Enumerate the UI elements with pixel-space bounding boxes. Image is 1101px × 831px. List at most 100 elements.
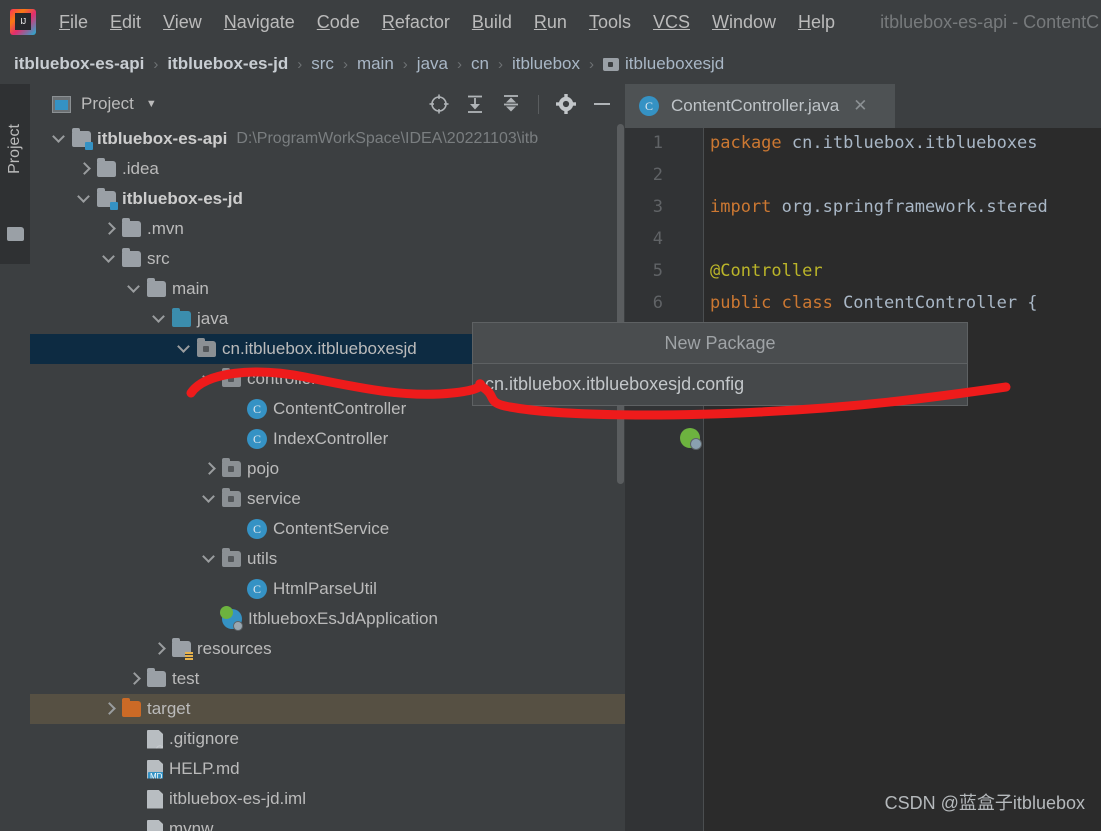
menu-label-rest: indow [729, 11, 777, 32]
chevron-down-icon[interactable] [77, 191, 93, 207]
breadcrumb-item-itbluebox-es-jd[interactable]: itbluebox-es-jd [167, 54, 288, 74]
menu-item-vcs[interactable]: VCS [642, 10, 701, 35]
chevron-down-icon[interactable] [202, 491, 218, 507]
code-line[interactable]: import org.springframework.stered [710, 197, 1048, 217]
tree-row-indexcontroller[interactable]: IndexController [30, 424, 625, 454]
tree-row-main[interactable]: main [30, 274, 625, 304]
menu-item-code[interactable]: Code [306, 10, 371, 35]
tree-row-label: pojo [247, 459, 280, 478]
breadcrumb-item-itbluebox-es-api[interactable]: itbluebox-es-api [14, 54, 144, 74]
breadcrumb-label: itbluebox [511, 54, 581, 73]
csdn-watermark: CSDN @蓝盒子itbluebox [884, 793, 1085, 813]
chevron-down-icon[interactable] [177, 341, 193, 357]
breadcrumb-item-src[interactable]: src [311, 54, 334, 74]
scroll-from-source-icon[interactable] [428, 93, 450, 115]
chevron-down-icon[interactable] [52, 131, 68, 147]
menu-item-run[interactable]: Run [523, 10, 578, 35]
tree-row-service[interactable]: service [30, 484, 625, 514]
menu-items: File Edit View Navigate Code Refactor Build Run… [48, 10, 846, 35]
code-line[interactable]: @Controller [710, 261, 823, 281]
tree-row-test[interactable]: test [30, 664, 625, 694]
tree-row-idea[interactable]: .idea [30, 154, 625, 184]
chevron-right-icon[interactable] [102, 701, 118, 717]
sidebar-tab-project[interactable]: Project [0, 84, 30, 264]
tree-row-label: ContentController [273, 399, 407, 418]
module-folder-icon [97, 188, 118, 210]
menu-item-navigate[interactable]: Navigate [213, 10, 306, 35]
menu-label-rest: un [546, 11, 567, 32]
chevron-down-icon[interactable] [152, 311, 168, 327]
tree-row-path: D:\ProgramWorkSpace\IDEA\20221103\itb [236, 130, 539, 147]
menu-item-tools[interactable]: Tools [578, 10, 642, 35]
tree-row-gitignore[interactable]: ⊘ .gitignore [30, 724, 625, 754]
code-line[interactable]: public class ContentController { [710, 293, 1038, 313]
tree-row-itbluebox-es-jd[interactable]: itbluebox-es-jd [30, 184, 625, 214]
chevron-down-icon[interactable] [102, 251, 118, 267]
tree-row-itbluebox-es-api[interactable]: itbluebox-es-api D:\ProgramWorkSpace\IDEA… [30, 124, 625, 154]
tree-row-itbluebox-es-jd-iml[interactable]: itbluebox-es-jd.iml [30, 784, 625, 814]
close-icon[interactable]: ✕ [853, 96, 867, 116]
menu-label-rest: ile [70, 11, 89, 32]
menu-item-window[interactable]: Window [701, 10, 787, 35]
breadcrumb-item-itblueboxesjd[interactable]: itblueboxesjd [603, 54, 724, 74]
gear-icon[interactable] [555, 93, 577, 115]
code-content[interactable]: package cn.itbluebox.itblueboxes import o… [705, 128, 1101, 831]
tree-row-target[interactable]: target [30, 694, 625, 724]
breadcrumb-label: java [416, 54, 448, 73]
tree-row-mvnw[interactable]: mvnw [30, 814, 625, 831]
chevron-right-icon[interactable] [152, 641, 168, 657]
chevron-right-icon[interactable] [202, 461, 218, 477]
tree-row-htmlparseutil[interactable]: HtmlParseUtil [30, 574, 625, 604]
project-tool-window: Project ▼ itbluebox-es-api D:\ProgramWor… [30, 84, 625, 831]
tree-row-label: mvnw [169, 819, 214, 831]
excluded-folder-icon [122, 698, 141, 717]
tree-row-label: java [197, 309, 229, 328]
menu-item-build[interactable]: Build [461, 10, 523, 35]
menu-item-refactor[interactable]: Refactor [371, 10, 461, 35]
tab-contentcontroller-java[interactable]: C ContentController.java ✕ [625, 84, 895, 128]
menu-item-help[interactable]: Help [787, 10, 846, 35]
code-line[interactable]: package cn.itbluebox.itblueboxes [710, 133, 1038, 153]
spring-bean-gutter-icon[interactable] [680, 428, 702, 450]
tree-row-label: target [147, 699, 191, 718]
menu-item-file[interactable]: File [48, 10, 99, 35]
breadcrumb-separator: › [456, 55, 462, 73]
tree-row-resources[interactable]: resources [30, 634, 625, 664]
chevron-down-icon[interactable] [127, 281, 143, 297]
breadcrumb-label: itbluebox-es-jd [167, 54, 289, 73]
breadcrumb-item-cn[interactable]: cn [471, 54, 489, 74]
breadcrumb-item-main[interactable]: main [357, 54, 394, 74]
tree-row-label: HtmlParseUtil [273, 579, 377, 598]
tree-row-src[interactable]: src [30, 244, 625, 274]
expand-all-icon[interactable] [464, 93, 486, 115]
tree-row-pojo[interactable]: pojo [30, 454, 625, 484]
breadcrumb-item-java[interactable]: java [417, 54, 448, 74]
chevron-right-icon[interactable] [127, 671, 143, 687]
menu-item-edit[interactable]: Edit [99, 10, 152, 35]
breadcrumb-item-itbluebox[interactable]: itbluebox [512, 54, 580, 74]
tree-row-label: IndexController [273, 429, 389, 448]
intellij-idea-logo-icon [10, 9, 36, 35]
menu-mnemonic: E [110, 11, 123, 32]
tree-row-help-md[interactable]: MD HELP.md [30, 754, 625, 784]
new-package-name-input[interactable]: cn.itbluebox.itblueboxesjd.config [473, 364, 967, 405]
new-package-popup[interactable]: New Package cn.itbluebox.itblueboxesjd.c… [472, 322, 968, 406]
chevron-down-icon[interactable] [202, 371, 218, 387]
collapse-all-icon[interactable] [500, 93, 522, 115]
source-root-folder-icon [172, 308, 191, 327]
iml-file-icon [147, 789, 163, 809]
chevron-right-icon[interactable] [77, 161, 93, 177]
tree-row-itblueboxesjdapplication[interactable]: ItblueboxEsJdApplication [30, 604, 625, 634]
chevron-down-icon[interactable]: ▼ [146, 98, 157, 110]
tree-row-contentservice[interactable]: ContentService [30, 514, 625, 544]
tree-row-mvn[interactable]: .mvn [30, 214, 625, 244]
chevron-right-icon[interactable] [102, 221, 118, 237]
menu-item-view[interactable]: View [152, 10, 213, 35]
tree-row-utils[interactable]: utils [30, 544, 625, 574]
minimize-icon[interactable] [591, 93, 613, 115]
chevron-down-icon[interactable] [202, 551, 218, 567]
folder-icon [122, 218, 141, 237]
project-tree[interactable]: itbluebox-es-api D:\ProgramWorkSpace\IDEA… [30, 124, 625, 831]
